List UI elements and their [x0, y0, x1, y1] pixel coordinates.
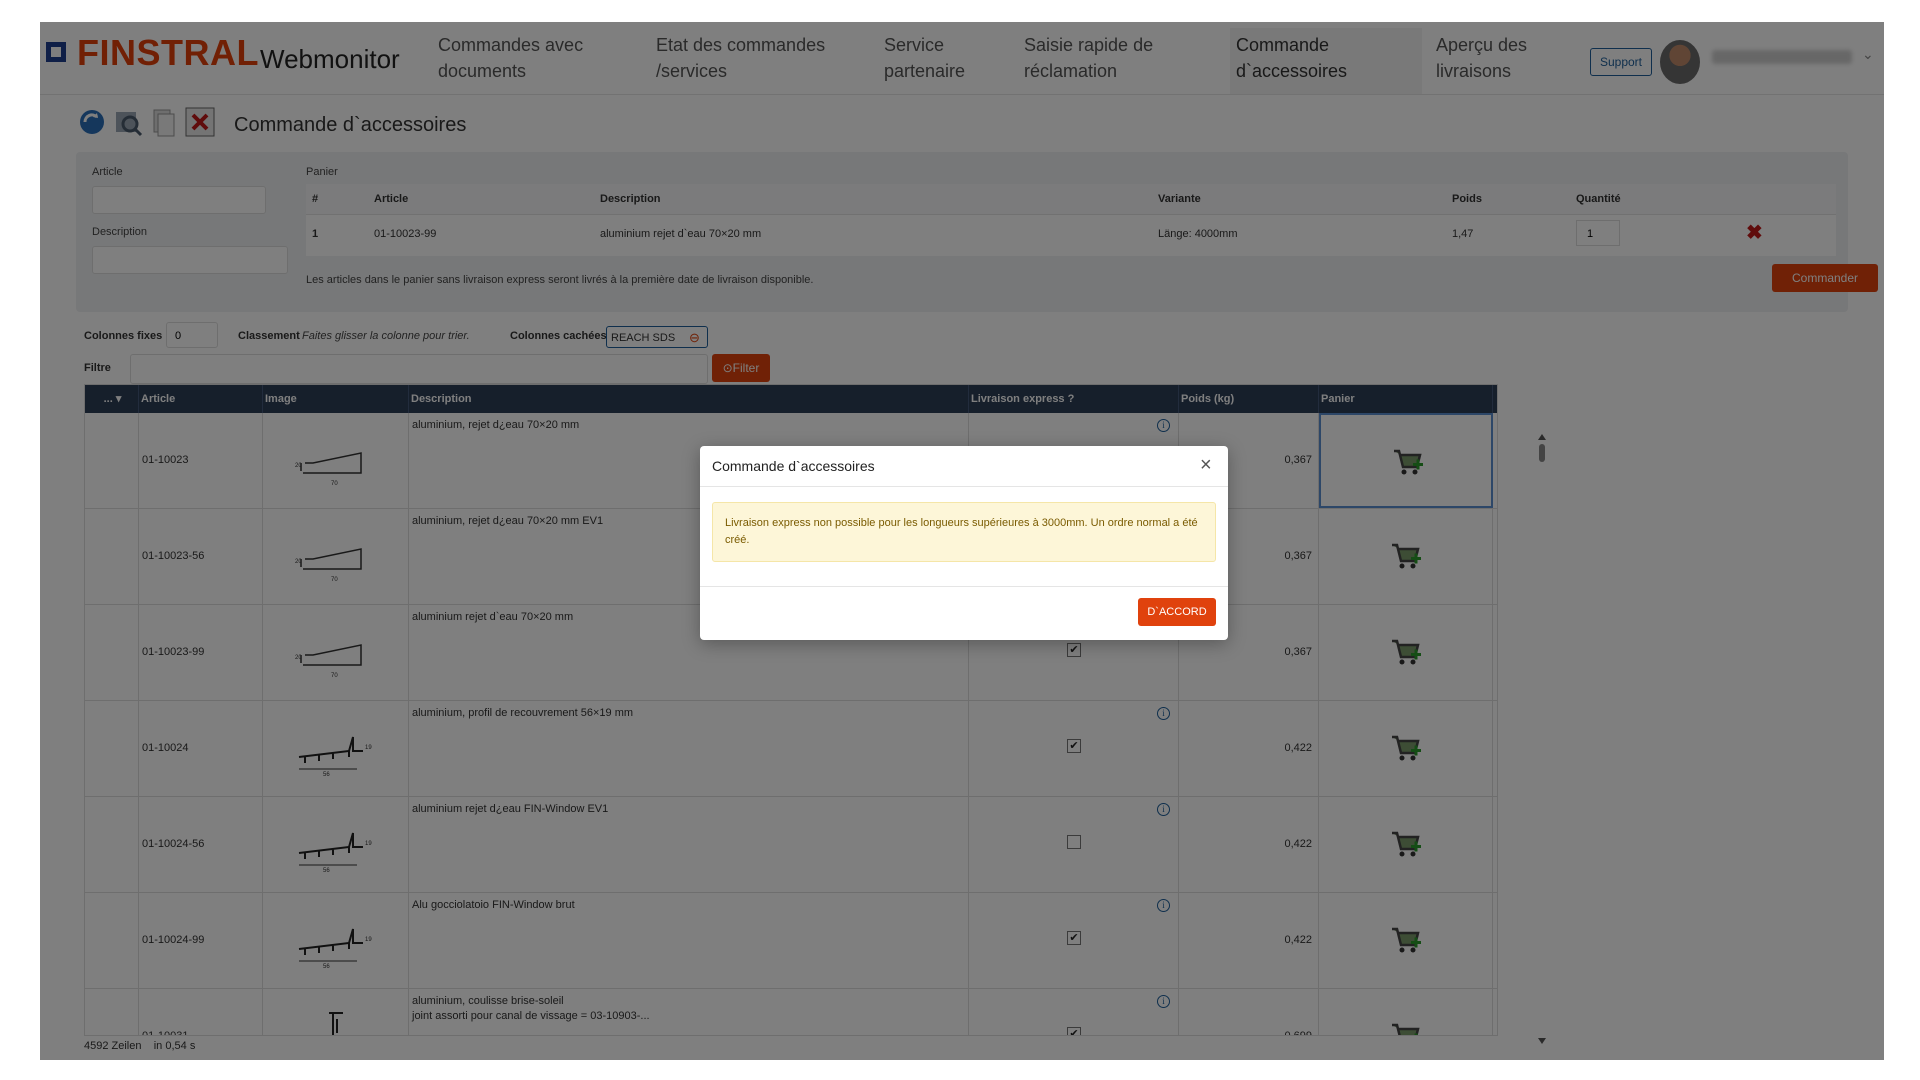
express-delivery-dialog: Commande d`accessoires × Livraison expre… [700, 446, 1228, 640]
app-window: FINSTRAL Webmonitor Commandes avec docum… [40, 22, 1884, 1060]
dialog-title: Commande d`accessoires [712, 458, 875, 474]
dialog-ok-button[interactable]: D`ACCORD [1138, 598, 1216, 626]
dialog-divider [700, 586, 1228, 587]
dialog-warning-message: Livraison express non possible pour les … [712, 502, 1216, 562]
close-icon[interactable]: × [1200, 454, 1212, 477]
dialog-divider [700, 486, 1228, 487]
